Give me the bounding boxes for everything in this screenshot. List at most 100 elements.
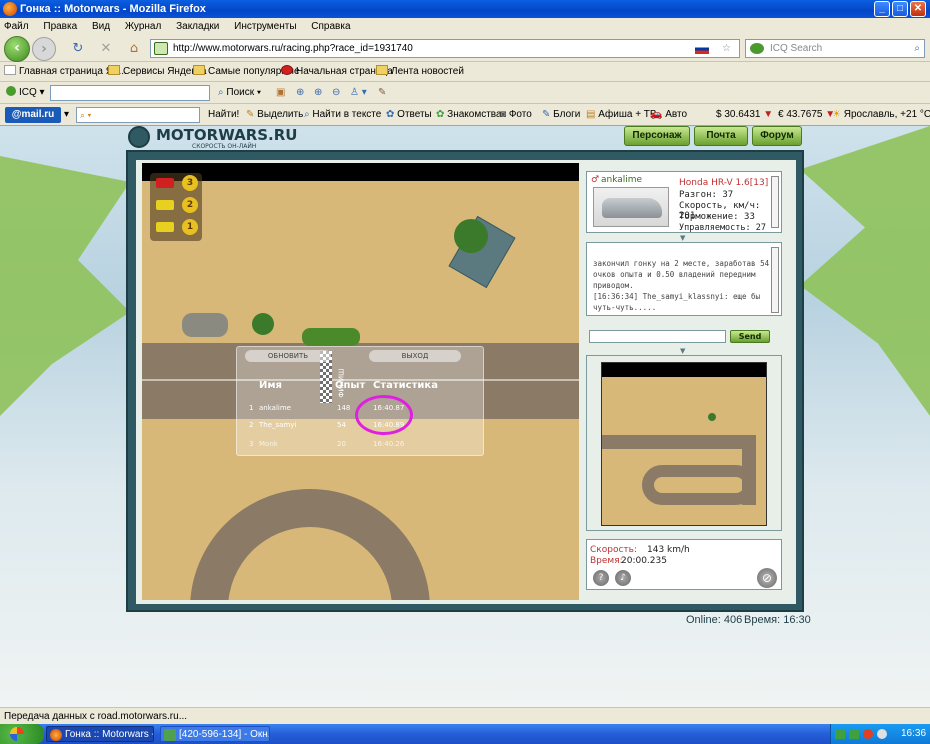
stop-icon[interactable]: ✕ <box>98 41 114 57</box>
tray-icon[interactable] <box>849 729 859 739</box>
status-text: Передача данных с road.motorwars.ru... <box>4 711 188 722</box>
star-icon[interactable]: ☆ <box>722 40 731 57</box>
zoom-out-icon[interactable]: ⊖ <box>332 82 340 104</box>
mailru-search-input[interactable]: ⌕ ▾ <box>76 107 200 123</box>
home-icon[interactable]: ⌂ <box>126 41 142 57</box>
chat-input[interactable] <box>589 330 726 343</box>
chat-line: очков опыта и 0.50 владений передним <box>593 270 756 279</box>
usd-rate[interactable]: $ 30.6431 ▼ <box>716 104 773 126</box>
answers-link[interactable]: ✿ Ответы <box>386 104 432 126</box>
user-icon[interactable]: ♙ ▾ <box>350 82 367 104</box>
toolbar-tool-icon[interactable]: ▣ <box>276 82 285 104</box>
yellow-car-icon <box>156 222 174 232</box>
forward-icon[interactable]: › <box>32 37 56 61</box>
sound-icon[interactable]: ♪ <box>615 570 631 586</box>
menu-file[interactable]: Файл <box>4 21 29 32</box>
icq-search-input[interactable] <box>50 85 210 101</box>
gender-icon: ♂ <box>591 175 600 185</box>
menu-edit[interactable]: Правка <box>43 21 77 32</box>
chat-line: приводом. <box>593 281 634 290</box>
tray-icon[interactable] <box>863 729 873 739</box>
task-firefox[interactable]: Гонка :: Motorwars -... <box>46 726 154 742</box>
search-input[interactable]: ICQ Search ⌕ <box>745 39 925 58</box>
stop-race-icon[interactable]: ⊘ <box>757 568 777 588</box>
tab-character[interactable]: Персонаж <box>624 126 690 146</box>
search-icon[interactable]: ⌕ <box>914 40 920 57</box>
sun-icon: ☀ <box>832 109 841 120</box>
pencil-icon: ✎ <box>246 109 255 120</box>
search-placeholder: ICQ Search <box>770 43 823 54</box>
decor-leaves-right <box>800 126 930 416</box>
auto-link[interactable]: 🚗 Авто <box>650 104 687 126</box>
start-button[interactable] <box>0 724 44 744</box>
car-icon: 🚗 <box>650 109 663 120</box>
find-button[interactable]: Найти! <box>208 104 239 126</box>
icq-button[interactable]: ICQ ▾ <box>6 82 45 104</box>
help-icon[interactable]: ? <box>593 570 609 586</box>
tab-forum[interactable]: Форум <box>752 126 802 146</box>
mailru-logo[interactable]: @mail.ru <box>5 107 61 123</box>
blogs-link[interactable]: ✎ Блоги <box>542 104 580 126</box>
url-bar[interactable]: http://www.motorwars.ru/racing.php?race_… <box>150 39 740 58</box>
afisha-link[interactable]: ▤ Афиша + ТВ <box>586 104 657 126</box>
online-count: Online: 406 <box>686 614 743 626</box>
results-overlay: ОБНОВИТЬ ВЫХОД Имя Опыт Статистика ФИНИШ… <box>236 346 484 456</box>
dating-link[interactable]: ✿ Знакомства <box>436 104 502 126</box>
find-in-text-button[interactable]: ⌕ Найти в тексте <box>304 104 381 126</box>
menu-view[interactable]: Вид <box>92 21 110 32</box>
minimap-tree <box>708 413 716 421</box>
close-button[interactable]: ✕ <box>910 1 926 17</box>
photo-link[interactable]: ◙ Фото <box>500 104 532 126</box>
refresh-button[interactable]: ОБНОВИТЬ <box>245 350 331 362</box>
logo-wheel-icon <box>128 126 150 148</box>
maximize-button[interactable]: □ <box>892 1 908 17</box>
icq-flower-icon <box>6 86 16 96</box>
positions-panel: 3 2 1 <box>150 173 202 241</box>
task-icq[interactable]: [420-596-134] - Окн... <box>160 726 270 742</box>
time-value: 20:00.235 <box>621 556 667 566</box>
tree <box>454 219 488 253</box>
race-track-view[interactable]: 3 2 1 ОБНОВИТЬ ВЫХОД Имя Опыт Статистика… <box>142 163 579 600</box>
stat-braking: Торможение: 33 <box>679 212 755 222</box>
clock: 16:36 <box>901 728 927 739</box>
navigation-toolbar: ‹ › ↻ ✕ ⌂ http://www.motorwars.ru/racing… <box>0 35 930 62</box>
answers-icon: ✿ <box>386 109 395 120</box>
firefox-page-icon <box>281 65 293 75</box>
tab-mail[interactable]: Почта <box>694 126 748 146</box>
tray-icon[interactable] <box>835 729 845 739</box>
menu-history[interactable]: Журнал <box>125 21 162 32</box>
eur-rate[interactable]: € 43.7675 ▼ <box>778 104 835 126</box>
url-text: http://www.motorwars.ru/racing.php?race_… <box>173 43 413 54</box>
menu-bar: Файл Правка Вид Журнал Закладки Инструме… <box>0 18 930 35</box>
back-icon[interactable]: ‹ <box>4 36 30 62</box>
stat-acceleration: Разгон: 37 <box>679 190 734 200</box>
player-name[interactable]: ankalime <box>601 175 642 185</box>
icq-search-button[interactable]: ⌕ Поиск ▾ <box>218 82 261 104</box>
edit-icon[interactable]: ✎ <box>378 82 386 104</box>
player-scrollbar[interactable] <box>771 176 779 228</box>
bookmark-yandex-services[interactable]: Сервисы Яндекса <box>108 62 206 82</box>
chat-scrollbar[interactable] <box>771 247 779 313</box>
exit-button[interactable]: ВЫХОД <box>369 350 461 362</box>
expand-arrow-icon[interactable]: ▼ <box>680 347 685 355</box>
site-logo[interactable]: MOTORWARS.RU СКОРОСТЬ ОН-ЛАЙН <box>128 126 297 152</box>
bookmark-news-feed[interactable]: Лента новостей <box>376 62 464 82</box>
minimize-button[interactable]: _ <box>874 1 890 17</box>
highlight-button[interactable]: ✎ Выделить <box>246 104 303 126</box>
zoom-in-icon[interactable]: ⊕ <box>296 82 304 104</box>
track-curve <box>190 489 430 600</box>
menu-help[interactable]: Справка <box>311 21 350 32</box>
zoom-in-icon[interactable]: ⊕ <box>314 82 322 104</box>
send-button[interactable]: Send <box>730 330 770 343</box>
expand-arrow-icon[interactable]: ▼ <box>680 234 685 242</box>
car-image <box>593 187 669 227</box>
chat-line: закончил гонку на 2 месте, заработав 54 <box>593 259 770 268</box>
reload-icon[interactable]: ↻ <box>70 41 86 57</box>
speed-label: Скорость: <box>590 545 637 555</box>
menu-bookmarks[interactable]: Закладки <box>176 21 219 32</box>
weather-widget[interactable]: ☀ Ярославль, +21 °C <box>832 104 930 126</box>
tray-icon[interactable] <box>877 729 887 739</box>
minimap[interactable] <box>601 362 767 526</box>
dropdown-arrow-icon[interactable]: ▾ <box>64 104 69 126</box>
menu-tools[interactable]: Инструменты <box>234 21 296 32</box>
